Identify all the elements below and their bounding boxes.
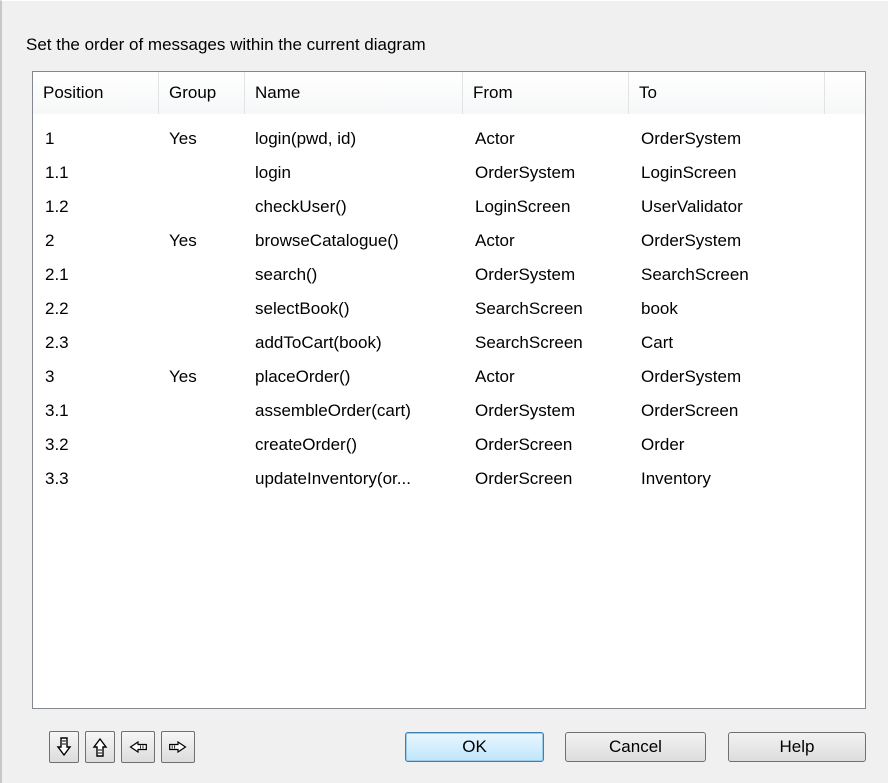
cell-to: UserValidator (641, 197, 743, 216)
column-header-to[interactable]: To (629, 72, 825, 114)
cell-position: 2.3 (45, 333, 69, 352)
cell-group (169, 462, 239, 496)
cell-from: OrderSystem (475, 265, 576, 284)
cell-group: Yes (169, 231, 197, 250)
cell-position: 3.1 (45, 401, 69, 420)
instruction-text: Set the order of messages within the cur… (26, 35, 426, 54)
cell-from: OrderScreen (475, 435, 573, 454)
table-row[interactable]: 3.2 createOrder() OrderScreen Order (33, 428, 865, 462)
cell-from: SearchScreen (475, 299, 583, 318)
cancel-button[interactable]: Cancel (565, 732, 706, 762)
column-header-position[interactable]: Position (33, 72, 159, 114)
table-row[interactable]: 1 Yes login(pwd, id) Actor OrderSystem (33, 122, 865, 156)
table-row[interactable]: 2 Yes browseCatalogue() Actor OrderSystem (33, 224, 865, 258)
cell-from: Actor (475, 129, 515, 148)
cell-group: Yes (169, 367, 197, 386)
table-row[interactable]: 3.1 assembleOrder(cart) OrderSystem OrderSc… (33, 394, 865, 428)
move-down-icon (56, 737, 72, 757)
messages-list[interactable]: Position Group Name From To 1 Yes login(pw… (32, 71, 866, 709)
cell-from: OrderScreen (475, 469, 573, 488)
cell-from: OrderSystem (475, 401, 576, 420)
cell-name: login(pwd, id) (255, 129, 357, 148)
cell-name: login (255, 163, 291, 182)
cell-position: 3 (45, 367, 55, 386)
cell-from: Actor (475, 367, 515, 386)
cell-from: Actor (475, 231, 515, 250)
cell-position: 3.3 (45, 469, 69, 488)
column-header-filler (825, 72, 865, 114)
move-right-button[interactable] (161, 731, 195, 763)
table-row[interactable]: 3 Yes placeOrder() Actor OrderSystem (33, 360, 865, 394)
cell-name: addToCart(book) (255, 333, 382, 352)
cell-name: checkUser() (255, 197, 347, 216)
move-left-icon (129, 740, 147, 754)
cell-name: placeOrder() (255, 367, 351, 386)
table-row[interactable]: 2.1 search() OrderSystem SearchScreen (33, 258, 865, 292)
cell-group: Yes (169, 129, 197, 148)
list-header: Position Group Name From To (33, 72, 865, 114)
help-button[interactable]: Help (728, 732, 866, 762)
cell-group (169, 190, 239, 224)
cell-position: 3.2 (45, 435, 69, 454)
cell-from: LoginScreen (475, 197, 571, 216)
cell-name: search() (255, 265, 318, 284)
cell-position: 1.2 (45, 197, 69, 216)
cell-to: OrderSystem (641, 231, 742, 250)
cell-group (169, 394, 239, 428)
move-up-icon (92, 737, 108, 757)
move-right-icon (169, 740, 187, 754)
cell-group (169, 292, 239, 326)
cell-to: OrderSystem (641, 367, 742, 386)
cell-name: assembleOrder(cart) (255, 401, 411, 420)
cell-position: 2.1 (45, 265, 69, 284)
cell-to: book (641, 299, 678, 318)
table-row[interactable]: 2.3 addToCart(book) SearchScreen Cart (33, 326, 865, 360)
cell-to: Order (641, 435, 685, 454)
ok-button[interactable]: OK (405, 732, 544, 762)
move-down-button[interactable] (49, 731, 79, 763)
cell-group (169, 428, 239, 462)
cell-to: Inventory (641, 469, 711, 488)
cell-name: browseCatalogue() (255, 231, 399, 250)
cell-to: LoginScreen (641, 163, 737, 182)
cell-group (169, 258, 239, 292)
cell-from: SearchScreen (475, 333, 583, 352)
cell-position: 1.1 (45, 163, 69, 182)
cell-to: SearchScreen (641, 265, 749, 284)
cell-from: OrderSystem (475, 163, 576, 182)
table-row[interactable]: 1.2 checkUser() LoginScreen UserValidator (33, 190, 865, 224)
cell-name: createOrder() (255, 435, 358, 454)
move-left-button[interactable] (121, 731, 155, 763)
table-row[interactable]: 3.3 updateInventory(or... OrderScreen Inven… (33, 462, 865, 496)
cell-to: Cart (641, 333, 674, 352)
message-order-dialog: Set the order of messages within the cur… (0, 0, 888, 783)
cell-name: updateInventory(or... (255, 469, 411, 488)
list-rows: 1 Yes login(pwd, id) Actor OrderSystem 1.1 log… (33, 122, 865, 496)
cell-position: 1 (45, 129, 55, 148)
cell-to: OrderScreen (641, 401, 739, 420)
column-header-group[interactable]: Group (159, 72, 245, 114)
cell-position: 2 (45, 231, 55, 250)
cell-group (169, 156, 239, 190)
column-header-from[interactable]: From (463, 72, 629, 114)
move-up-button[interactable] (85, 731, 115, 763)
cell-group (169, 326, 239, 360)
table-row[interactable]: 2.2 selectBook() SearchScreen book (33, 292, 865, 326)
cell-to: OrderSystem (641, 129, 742, 148)
table-row[interactable]: 1.1 login OrderSystem LoginScreen (33, 156, 865, 190)
column-header-name[interactable]: Name (245, 72, 463, 114)
cell-position: 2.2 (45, 299, 69, 318)
cell-name: selectBook() (255, 299, 350, 318)
